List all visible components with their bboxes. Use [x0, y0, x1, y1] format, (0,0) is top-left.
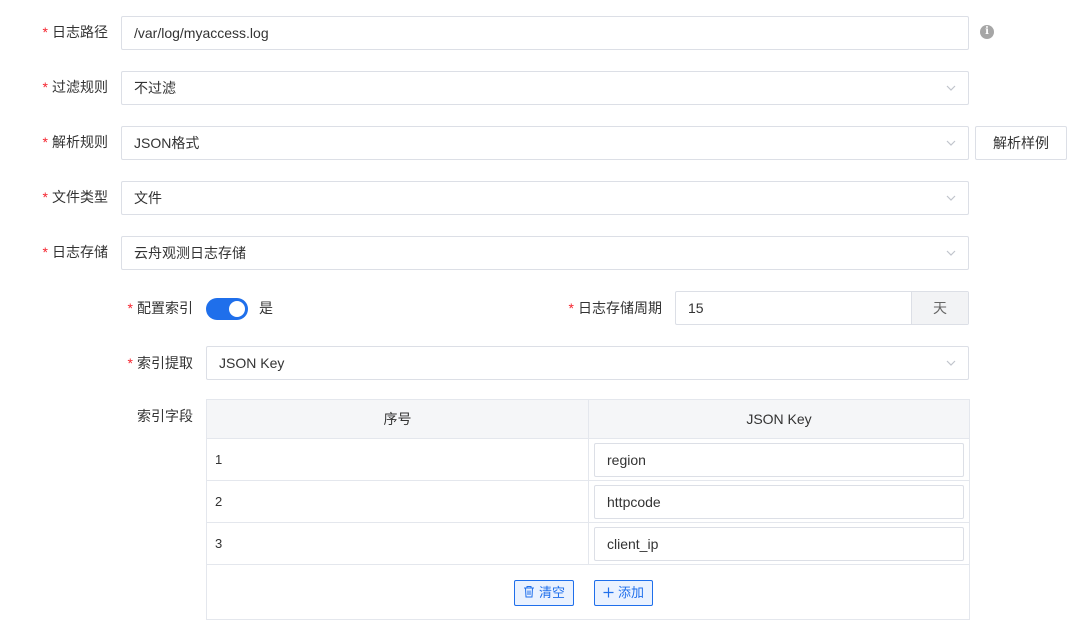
table-actions: 清空 添加: [207, 565, 969, 619]
storage-period-label: * 日志存储周期: [568, 300, 662, 316]
file-type-select[interactable]: 文件: [121, 181, 969, 215]
index-fields-label: 索引字段: [137, 408, 193, 424]
log-storage-select[interactable]: 云舟观测日志存储: [121, 236, 969, 270]
chevron-down-icon: [946, 359, 956, 367]
column-header-json-key: JSON Key: [746, 411, 812, 427]
table-header: 序号 JSON Key: [207, 400, 969, 439]
chevron-down-icon: [946, 249, 956, 257]
log-path-label: * 日志路径: [42, 24, 108, 40]
log-path-input[interactable]: /var/log/myaccess.log: [121, 16, 969, 50]
index-fields-table: 序号 JSON Key 1 region 2 httpcode 3 client…: [206, 399, 970, 620]
config-index-toggle[interactable]: [206, 298, 248, 320]
table-row: 1 region: [207, 439, 969, 481]
add-button[interactable]: 添加: [594, 580, 654, 606]
toggle-knob: [229, 301, 245, 317]
log-storage-value: 云舟观测日志存储: [134, 245, 246, 261]
config-index-state: 是: [259, 300, 273, 316]
file-type-value: 文件: [134, 190, 162, 206]
parse-rule-value: JSON格式: [134, 135, 200, 151]
row-index: 3: [207, 523, 589, 564]
storage-period-input[interactable]: 15 天: [675, 291, 969, 325]
storage-period-value: 15: [688, 300, 704, 316]
clear-button-label: 清空: [539, 585, 566, 600]
clear-button[interactable]: 清空: [514, 580, 575, 606]
index-extract-select[interactable]: JSON Key: [206, 346, 969, 380]
parse-sample-button[interactable]: 解析样例: [975, 126, 1067, 160]
index-extract-value: JSON Key: [219, 355, 285, 371]
filter-rule-select[interactable]: 不过滤: [121, 71, 969, 105]
add-button-label: 添加: [618, 585, 645, 600]
chevron-down-icon: [946, 139, 956, 147]
row-index: 1: [207, 439, 589, 480]
index-extract-label: * 索引提取: [127, 355, 193, 371]
parse-rule-label: * 解析规则: [42, 134, 108, 150]
storage-period-unit: 天: [911, 292, 968, 324]
file-type-label: * 文件类型: [42, 189, 108, 205]
trash-icon: [523, 582, 535, 606]
row-index: 2: [207, 481, 589, 522]
filter-rule-label: * 过滤规则: [42, 79, 108, 95]
info-icon[interactable]: i: [980, 25, 994, 39]
table-row: 3 client_ip: [207, 523, 969, 565]
json-key-input[interactable]: httpcode: [594, 485, 964, 519]
chevron-down-icon: [946, 194, 956, 202]
log-path-value: /var/log/myaccess.log: [134, 25, 269, 41]
log-storage-label: * 日志存储: [42, 244, 108, 260]
json-key-input[interactable]: client_ip: [594, 527, 964, 561]
table-row: 2 httpcode: [207, 481, 969, 523]
chevron-down-icon: [946, 84, 956, 92]
column-header-index: 序号: [207, 400, 589, 439]
config-index-label: * 配置索引: [127, 300, 193, 316]
filter-rule-value: 不过滤: [134, 80, 176, 96]
plus-icon: [603, 582, 614, 606]
parse-rule-select[interactable]: JSON格式: [121, 126, 969, 160]
json-key-input[interactable]: region: [594, 443, 964, 477]
